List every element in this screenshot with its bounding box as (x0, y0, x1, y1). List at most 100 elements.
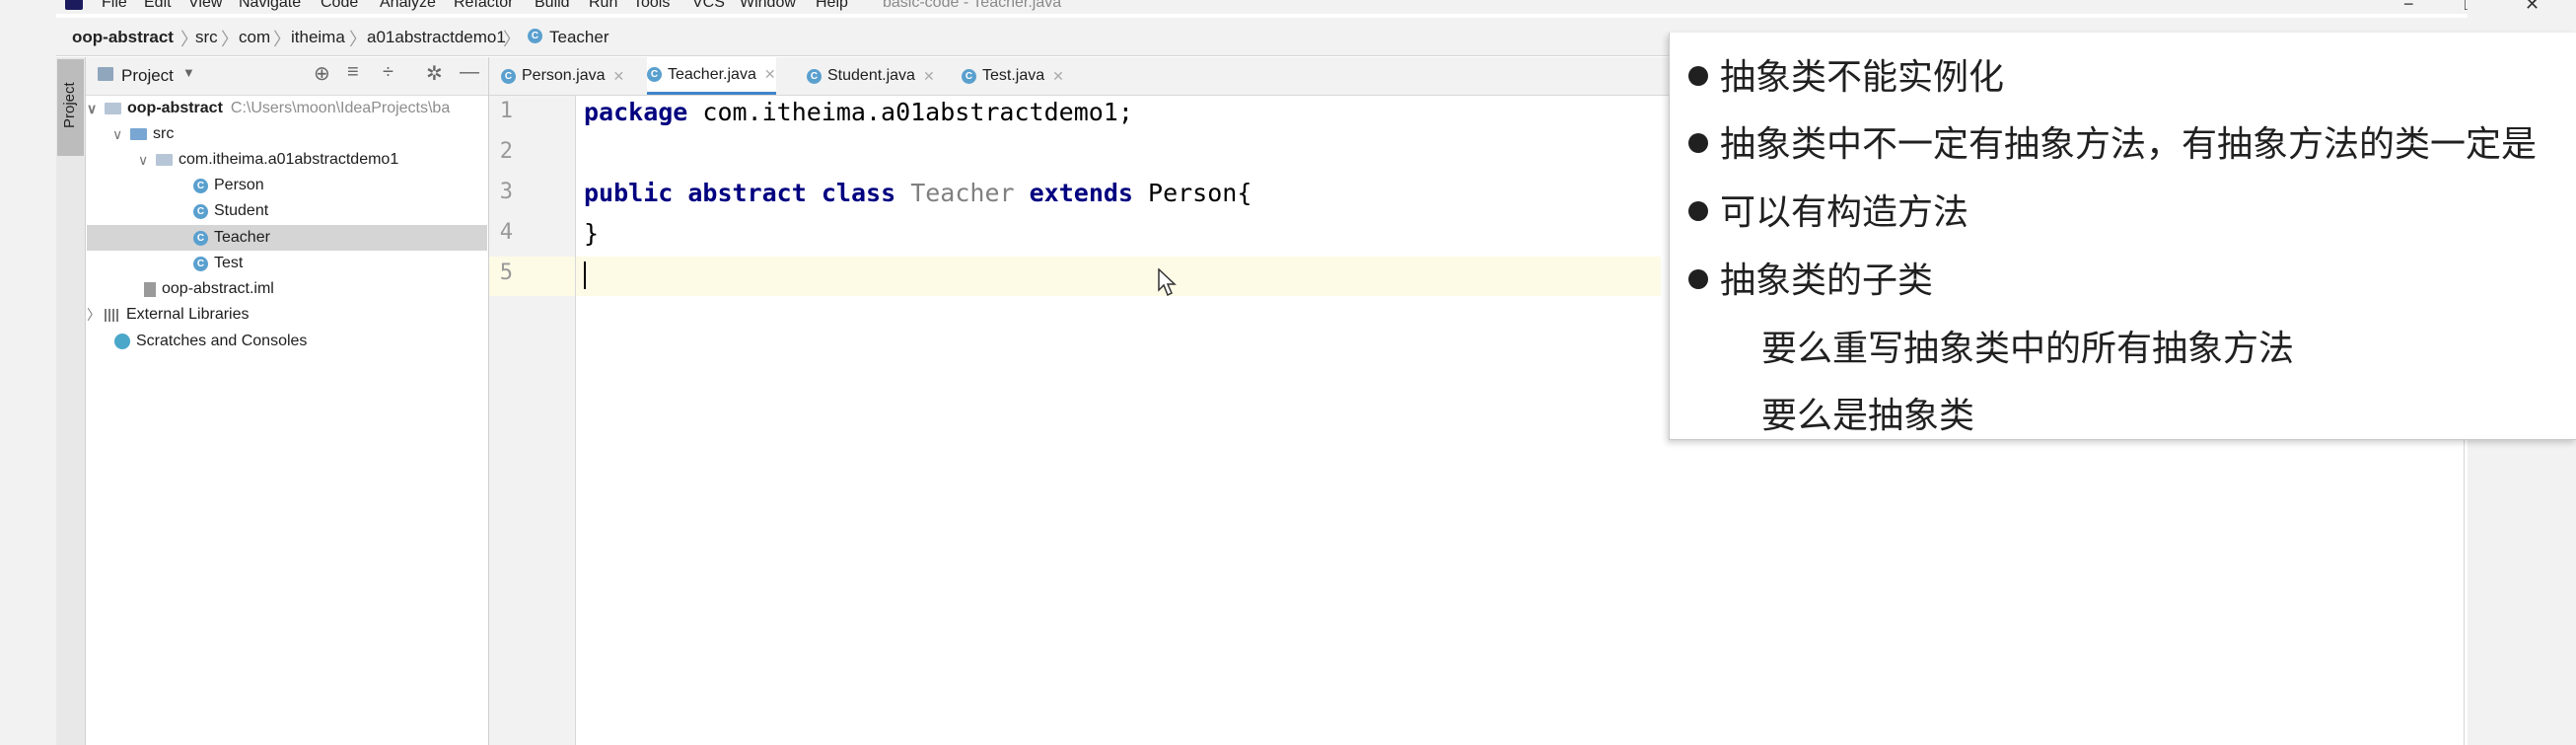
overlay-bullet-2: 抽象类中不一定有抽象方法，有抽象方法的类一定是 (1688, 115, 2537, 167)
tab-teacher-java[interactable]: C Teacher.java ✕ (647, 57, 776, 95)
class-icon: C (193, 230, 208, 246)
tree-item-label: com.itheima.a01abstractdemo1 (179, 151, 399, 168)
locate-icon[interactable]: ⊕ (314, 61, 330, 86)
bullet-text: 抽象类的子类 (1720, 261, 1934, 301)
close-icon[interactable]: ✕ (1052, 68, 1064, 85)
class-icon: C (528, 29, 542, 43)
breadcrumb-class[interactable]: Teacher (549, 28, 608, 47)
menu-run[interactable]: Run (589, 0, 617, 12)
window-title: basic-code - Teacher.java (883, 0, 1062, 11)
tree-item-label: Student (214, 202, 269, 219)
chevron-right-icon: 〉 (87, 307, 101, 323)
menu-tools[interactable]: Tools (633, 0, 670, 12)
keyword: package (584, 98, 688, 126)
tree-item-iml[interactable]: oop-abstract.iml (144, 276, 274, 302)
module-folder-icon (105, 103, 121, 114)
class-icon: C (193, 203, 208, 219)
menu-code[interactable]: Code (321, 0, 358, 12)
keyword: public (584, 179, 674, 207)
menu-edit[interactable]: Edit (144, 0, 172, 12)
close-icon[interactable]: ✕ (923, 68, 935, 85)
tree-item-scratches[interactable]: Scratches and Consoles (114, 329, 307, 354)
project-path: C:\Users\moon\IdeaProjects\ba (230, 100, 451, 116)
collapse-all-icon[interactable]: ≡ (347, 61, 359, 84)
package-icon (156, 154, 173, 166)
breadcrumb-itheima[interactable]: itheima (291, 28, 345, 47)
library-icon (105, 308, 120, 322)
selected-row-highlight (87, 225, 487, 251)
scratches-icon (114, 334, 130, 349)
class-icon: C (647, 67, 662, 82)
bullet-text: 抽象类不能实例化 (1720, 57, 2005, 98)
hide-panel-icon[interactable]: — (460, 61, 479, 84)
line-number: 2 (499, 139, 513, 164)
bullet-icon (1688, 66, 1708, 86)
tab-test-java[interactable]: C Test.java ✕ (962, 57, 1064, 95)
expand-all-icon[interactable]: ÷ (383, 61, 394, 84)
tree-item-teacher[interactable]: C Teacher (193, 225, 270, 251)
tree-item-label: oop-abstract.iml (162, 280, 274, 297)
tab-label: Teacher.java (668, 65, 756, 83)
package-name: com.itheima.a01abstractdemo1; (687, 98, 1133, 126)
breadcrumb-project[interactable]: oop-abstract (72, 28, 174, 47)
code-line-4[interactable]: } (584, 219, 599, 248)
breadcrumb-src[interactable]: src (195, 28, 218, 47)
menu-vcs[interactable]: VCS (692, 0, 725, 12)
app-icon (65, 0, 83, 10)
chevron-down-icon: ∨ (87, 100, 98, 116)
breadcrumb-com[interactable]: com (239, 28, 270, 47)
tree-item-label: Teacher (214, 229, 270, 246)
module-file-icon (144, 281, 156, 297)
close-window-button[interactable]: ✕ (2525, 0, 2540, 15)
keyword: extends (1029, 179, 1133, 207)
bullet-text: 可以有构造方法 (1720, 192, 1969, 233)
menu-analyze[interactable]: Analyze (380, 0, 436, 12)
superclass-name: Person{ (1132, 179, 1252, 207)
tree-item-project[interactable]: ∨ oop-abstract C:\Users\moon\IdeaProject… (87, 96, 450, 121)
breadcrumb-package[interactable]: a01abstractdemo1 (367, 28, 506, 47)
tab-person-java[interactable]: C Person.java ✕ (501, 57, 624, 95)
menu-help[interactable]: Help (816, 0, 848, 12)
tree-item-label: Person (214, 177, 264, 193)
class-icon: C (193, 256, 208, 271)
maximize-button[interactable]: □ (2465, 0, 2468, 14)
menu-navigate[interactable]: Navigate (239, 0, 301, 12)
tree-item-student[interactable]: C Student (193, 198, 268, 224)
tree-item-label: Scratches and Consoles (136, 333, 308, 349)
minimize-button[interactable]: − (2403, 0, 2414, 14)
menu-build[interactable]: Build (535, 0, 570, 12)
line-number: 3 (499, 180, 513, 204)
overlay-bullet-1: 抽象类不能实例化 (1688, 48, 2004, 100)
chevron-right-icon: 〉 (349, 30, 367, 49)
menu-file[interactable]: File (102, 0, 127, 12)
tab-label: Person.java (522, 67, 606, 84)
menu-refactor[interactable]: Refactor (454, 0, 513, 12)
tree-item-test[interactable]: C Test (193, 251, 243, 276)
close-icon[interactable]: ✕ (764, 66, 776, 83)
gear-icon[interactable]: ✲ (426, 61, 443, 86)
caret-row-highlight (576, 257, 1661, 296)
class-icon: C (501, 68, 516, 84)
code-line-1[interactable]: package com.itheima.a01abstractdemo1; (584, 98, 1133, 126)
bullet-text: 抽象类中不一定有抽象方法，有抽象方法的类一定是 (1720, 124, 2538, 165)
bullet-icon (1688, 133, 1708, 153)
left-window-edge (0, 0, 56, 745)
chevron-right-icon: 〉 (503, 30, 521, 49)
menu-window[interactable]: Window (740, 0, 796, 12)
source-folder-icon (130, 128, 147, 140)
code-line-3[interactable]: public abstract class Teacher extends Pe… (584, 179, 1252, 207)
tree-item-person[interactable]: C Person (193, 173, 264, 198)
tree-item-label: src (153, 125, 175, 142)
tab-student-java[interactable]: C Student.java ✕ (807, 57, 935, 95)
tree-item-package[interactable]: ∨ com.itheima.a01abstractdemo1 (138, 147, 398, 173)
closing-brace: } (584, 219, 600, 248)
tree-item-external-libraries[interactable]: 〉 External Libraries (87, 302, 250, 328)
line-number: 4 (499, 220, 513, 245)
close-icon[interactable]: ✕ (613, 68, 625, 85)
project-panel-title[interactable]: Project (121, 66, 174, 86)
slide-overlay-panel: 抽象类不能实例化 抽象类中不一定有抽象方法，有抽象方法的类一定是 可以有构造方法… (1669, 33, 2576, 440)
chevron-right-icon: 〉 (273, 30, 291, 49)
menu-view[interactable]: View (188, 0, 222, 12)
dropdown-caret-icon[interactable]: ▼ (182, 65, 195, 80)
tree-item-src[interactable]: ∨ src (112, 121, 174, 147)
